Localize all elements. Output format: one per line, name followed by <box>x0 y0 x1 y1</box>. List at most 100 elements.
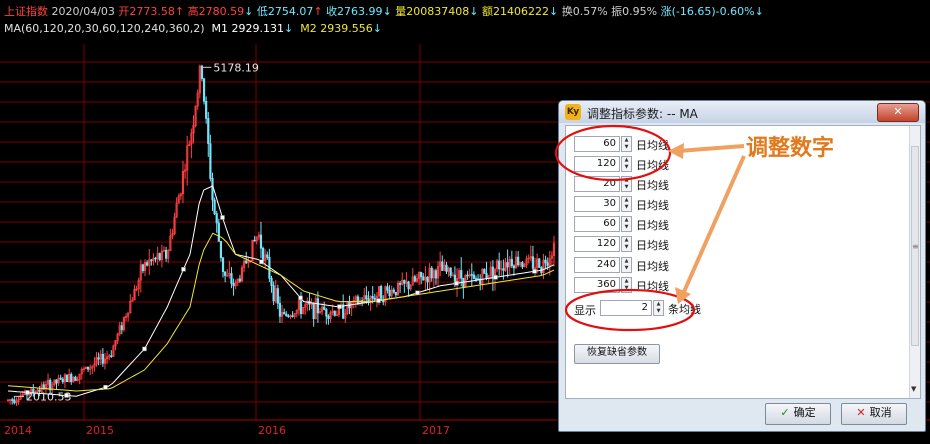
candle-body <box>460 270 463 279</box>
param-spinner-5[interactable]: ▲ ▼ <box>621 216 632 232</box>
candle-body <box>333 310 336 316</box>
candle-body <box>232 283 235 287</box>
param-input-7[interactable]: 240 <box>574 257 620 273</box>
param-spinner-7[interactable]: ▲ ▼ <box>621 257 632 273</box>
spin-down-icon[interactable]: ▼ <box>622 265 631 272</box>
spin-down-icon[interactable]: ▼ <box>622 184 631 191</box>
candle-body <box>498 260 501 270</box>
candle-body <box>165 249 168 259</box>
spin-up-icon[interactable]: ▲ <box>622 278 631 285</box>
candle-body <box>110 355 113 357</box>
candle-body <box>365 295 368 300</box>
candle-body <box>272 285 275 302</box>
spin-down-icon[interactable]: ▼ <box>622 285 631 292</box>
candle-body <box>382 300 385 303</box>
param-spinner-2[interactable]: ▲ ▼ <box>621 156 632 172</box>
candle-body <box>325 309 328 317</box>
ma-node-marker <box>220 215 225 220</box>
candle-body <box>420 271 423 278</box>
candle-body <box>371 296 374 299</box>
candle-body <box>205 100 208 119</box>
chart-annotations: 5178.19 2010.53 <box>14 61 259 403</box>
candle-body <box>154 257 157 260</box>
close-icon: ✕ <box>893 105 903 118</box>
candle-body <box>386 286 389 291</box>
spin-up-icon[interactable]: ▲ <box>622 237 631 244</box>
spin-up-icon[interactable]: ▲ <box>622 217 631 224</box>
show-unit: 条均线 <box>668 303 701 316</box>
ma-node-marker <box>532 269 537 274</box>
cancel-label: 取消 <box>869 406 892 419</box>
candle-body <box>394 291 397 296</box>
show-count-input[interactable]: 2 <box>600 300 652 316</box>
candle-body <box>413 276 416 282</box>
candle-body <box>470 274 473 276</box>
spin-down-icon[interactable]: ▼ <box>622 244 631 251</box>
candle-body <box>120 325 123 331</box>
spin-down-icon[interactable]: ▼ <box>654 308 663 315</box>
close-value: 收2763.99 <box>326 5 383 18</box>
candle-body <box>466 274 469 277</box>
spin-up-icon[interactable]: ▲ <box>622 157 631 164</box>
candle-body <box>61 378 64 383</box>
candle-body <box>278 303 282 317</box>
spin-up-icon[interactable]: ▲ <box>622 177 631 184</box>
param-unit-7: 日均线 <box>636 260 669 273</box>
candle-body <box>287 315 290 318</box>
dialog-titlebar[interactable]: Ky 调整指标参数: -- MA ✕ <box>559 101 925 123</box>
candle-body <box>356 296 360 305</box>
param-input-3[interactable]: 20 <box>574 176 620 192</box>
spin-down-icon[interactable]: ▼ <box>622 224 631 231</box>
spin-up-icon[interactable]: ▲ <box>622 137 631 144</box>
candle-body <box>392 289 395 293</box>
param-spinner-6[interactable]: ▲ ▼ <box>621 236 632 252</box>
scroll-down-icon[interactable]: ▼ <box>911 385 916 393</box>
m2-value: M2 2939.556 <box>300 22 373 35</box>
param-spinner-3[interactable]: ▲ ▼ <box>621 176 632 192</box>
param-input-5[interactable]: 60 <box>574 216 620 232</box>
show-label: 显示 <box>574 304 596 317</box>
candle-body <box>13 399 16 404</box>
spin-down-icon[interactable]: ▼ <box>622 144 631 151</box>
candle-body <box>259 234 263 249</box>
candle-body <box>285 313 288 316</box>
param-input-6[interactable]: 120 <box>574 236 620 252</box>
candle-body <box>502 268 505 271</box>
year-label-2016: 2016 <box>258 424 286 437</box>
ma-node-marker <box>298 295 303 301</box>
params-scrollbar[interactable]: ≡ ▼ <box>909 126 920 398</box>
candle-body <box>441 261 444 271</box>
spin-down-icon[interactable]: ▼ <box>622 204 631 211</box>
m1-value: M1 2929.131 <box>211 22 285 35</box>
show-count-spinner[interactable]: ▲ ▼ <box>653 300 664 316</box>
cancel-button[interactable]: ✕ 取消 <box>841 403 907 425</box>
param-input-1[interactable]: 60 <box>574 136 620 152</box>
low-value: 低2754.07 <box>256 5 314 18</box>
spin-up-icon[interactable]: ▲ <box>622 197 631 204</box>
param-unit-8: 日均线 <box>636 280 669 293</box>
ok-label: 确定 <box>793 406 816 419</box>
candle-body <box>219 241 223 258</box>
param-spinner-8[interactable]: ▲ ▼ <box>621 277 632 293</box>
year-label-2017: 2017 <box>422 424 450 437</box>
param-spinner-1[interactable]: ▲ ▼ <box>621 136 632 152</box>
spin-down-icon[interactable]: ▼ <box>622 164 631 171</box>
ok-button[interactable]: ✓ 确定 <box>765 403 831 425</box>
dialog-title: 调整指标参数: -- MA <box>587 107 698 121</box>
param-input-2[interactable]: 120 <box>574 156 620 172</box>
restore-defaults-button[interactable]: 恢复缺省参数 <box>574 344 660 364</box>
ma-info-line: MA(60,120,20,30,60,120,240,360,2) M1 292… <box>4 22 382 35</box>
param-input-8[interactable]: 360 <box>574 277 620 293</box>
param-spinner-4[interactable]: ▲ ▼ <box>621 196 632 212</box>
candle-body <box>59 377 62 380</box>
param-input-4[interactable]: 30 <box>574 196 620 212</box>
candle-body <box>506 262 509 268</box>
candle-body <box>316 298 319 314</box>
spin-up-icon[interactable]: ▲ <box>622 258 631 265</box>
spin-up-icon[interactable]: ▲ <box>654 301 663 308</box>
candle-body <box>141 264 145 272</box>
candle-body <box>158 253 161 261</box>
close-button[interactable]: ✕ <box>877 103 919 122</box>
candle-body <box>270 277 273 286</box>
ma-node-marker <box>415 290 420 296</box>
